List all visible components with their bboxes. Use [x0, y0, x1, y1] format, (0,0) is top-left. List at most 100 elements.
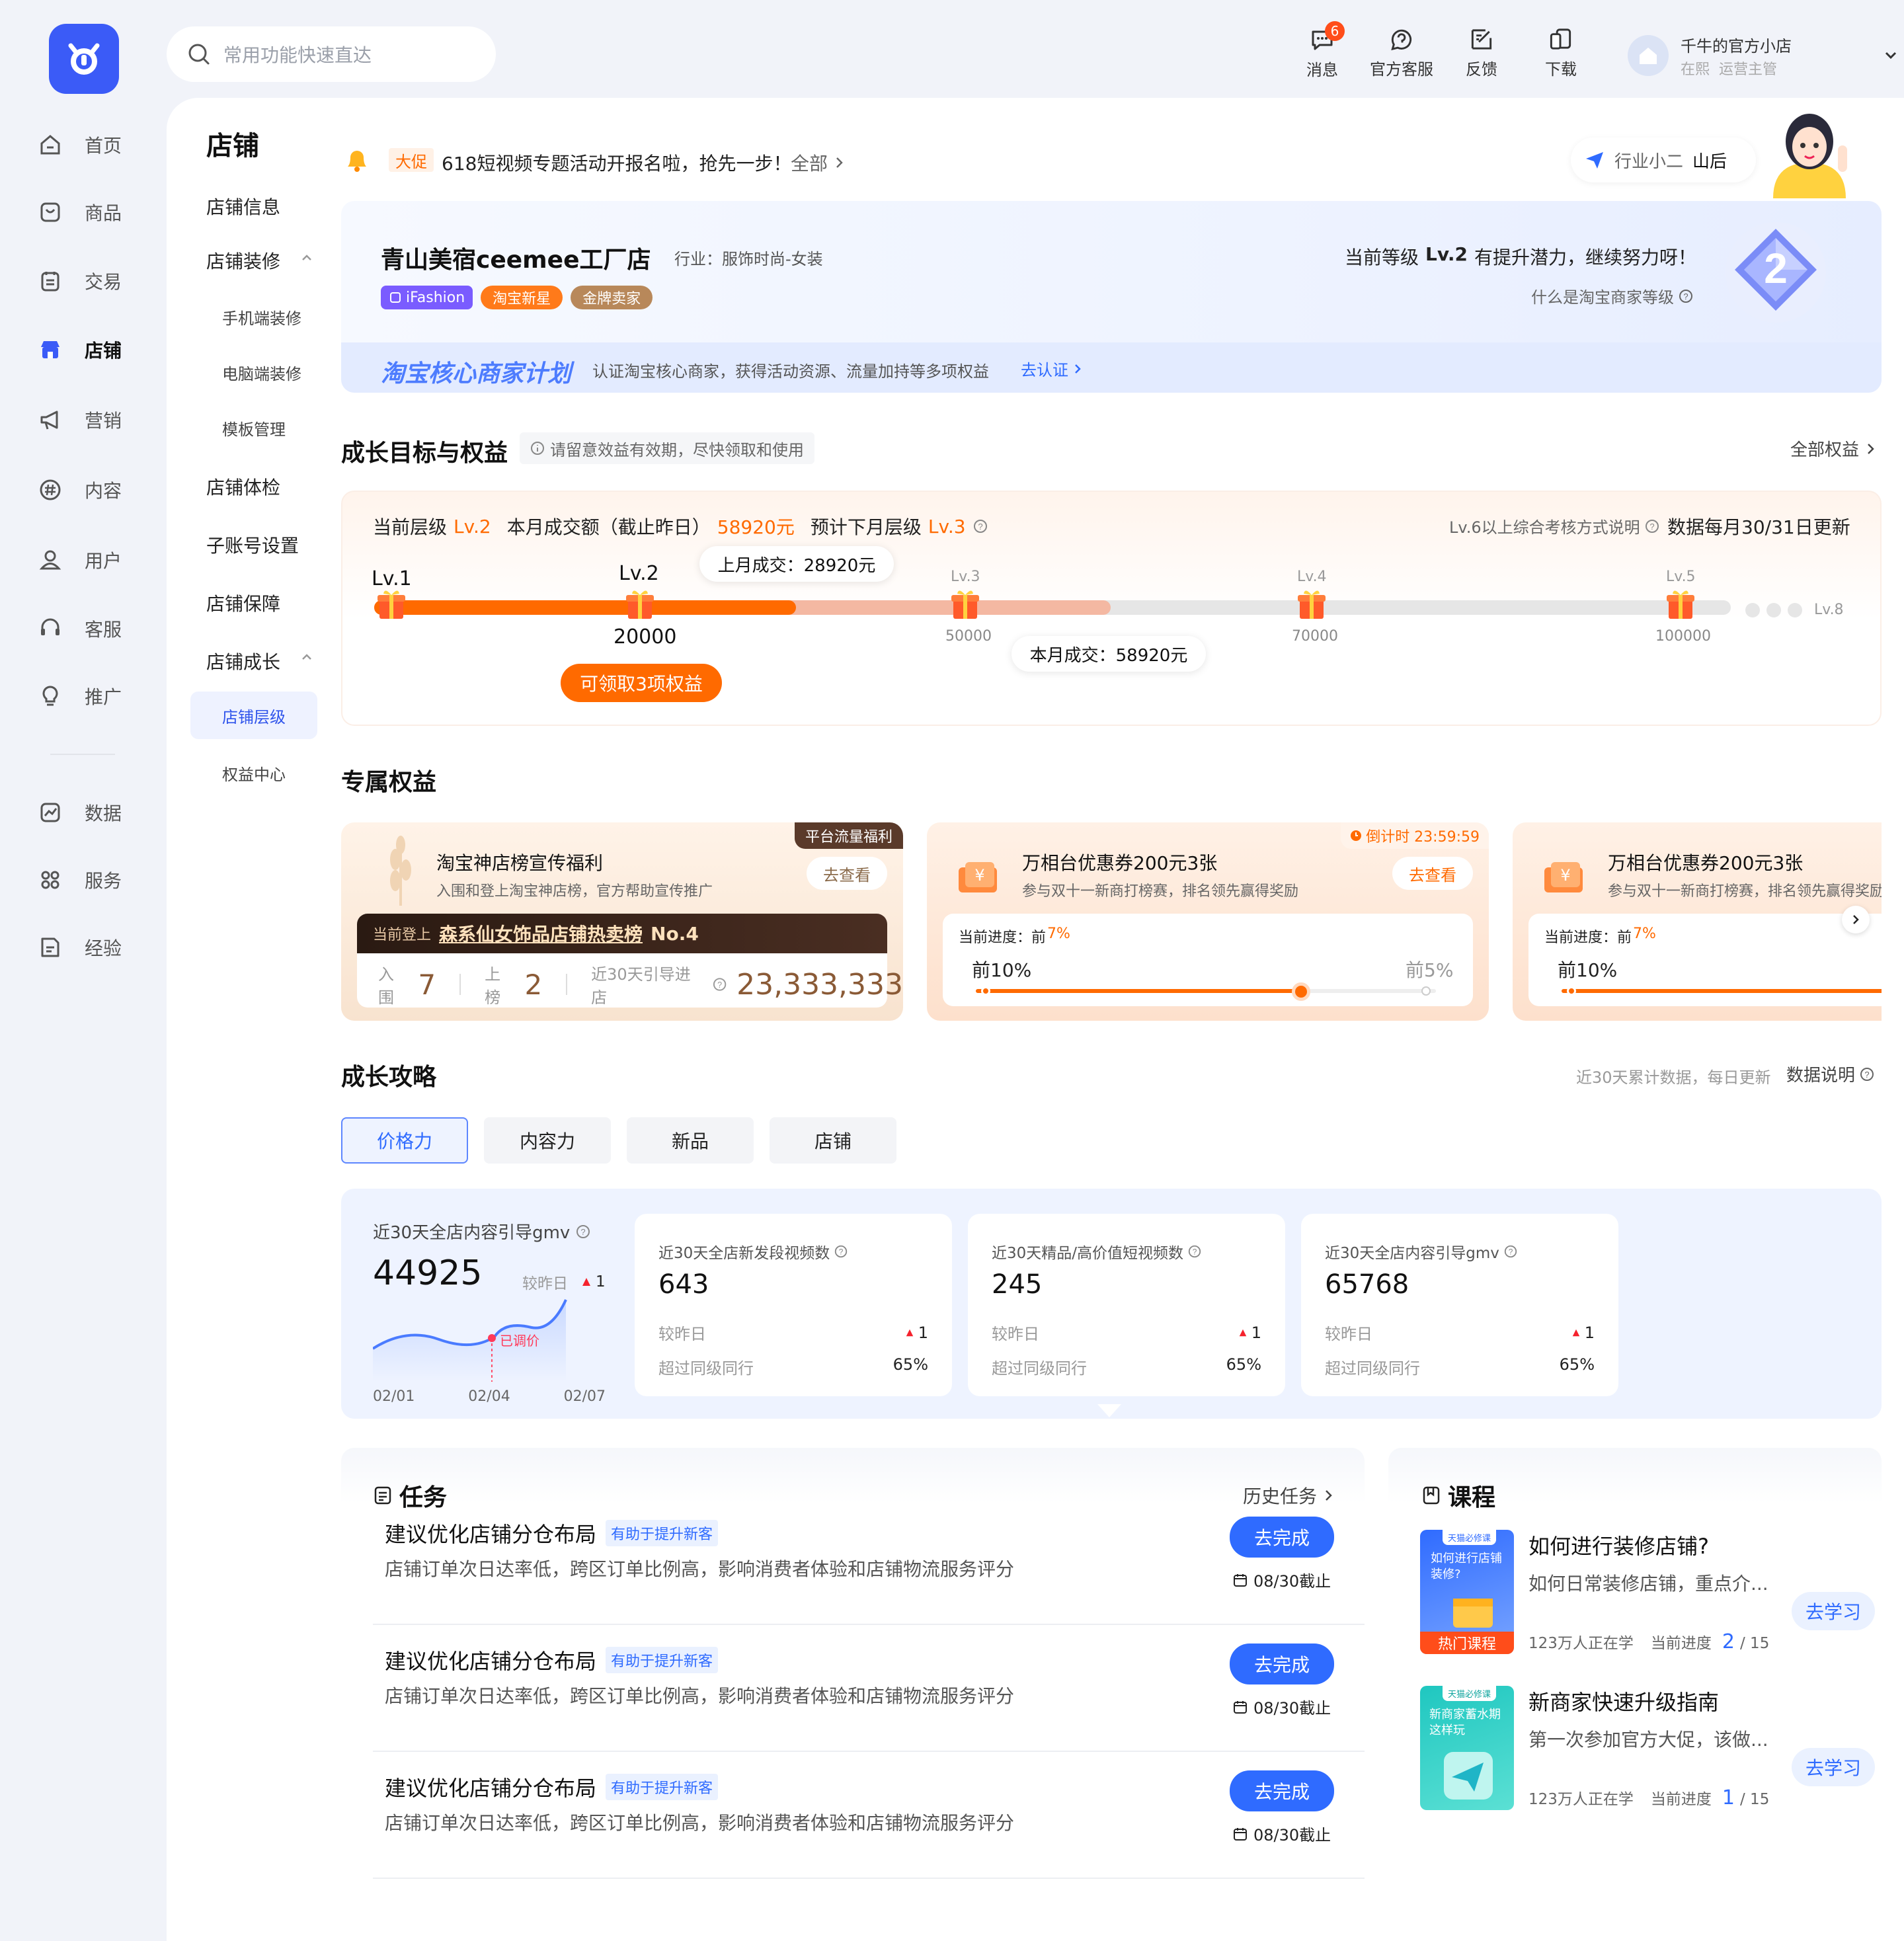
help-circle-icon[interactable]: ? — [575, 1224, 591, 1240]
help-circle-icon: ? — [1645, 519, 1659, 533]
task-complete-button[interactable]: 去完成 — [1230, 1770, 1334, 1811]
all-benefits-link[interactable]: 全部权益 — [1790, 436, 1878, 461]
gift-icon[interactable] — [949, 587, 981, 621]
data-explain-link[interactable]: 数据说明 ? — [1786, 1062, 1875, 1086]
metric-peer-row: 超过同级同行 65% — [658, 1355, 928, 1378]
nav-services[interactable]: 服务 — [38, 857, 171, 903]
progress-label-text: 当前进度：前 — [959, 930, 1047, 946]
stat-value: 23,333,333 — [736, 967, 903, 1002]
metric-card[interactable]: 近30天全店新发段视频数? 643 较昨日 1 超过同级同行 65% — [635, 1214, 952, 1396]
course-thumbnail[interactable]: 天猫必修课 新商家蓄水期这样玩 — [1420, 1686, 1514, 1810]
stat-divider — [459, 974, 461, 995]
gift-icon[interactable] — [1296, 587, 1328, 621]
rank-number: No.4 — [651, 922, 699, 945]
peer-label: 超过同级同行 — [992, 1359, 1087, 1378]
header-download[interactable]: 下载 — [1525, 26, 1597, 79]
metric-card[interactable]: 近30天精品/高价值短视频数? 245 较昨日 1 超过同级同行 65% — [968, 1214, 1285, 1396]
growth-note[interactable]: Lv.6以上综合考核方式说明 ? — [1449, 514, 1660, 537]
tab-price[interactable]: 价格力 — [341, 1117, 468, 1164]
help-circle-icon[interactable]: ? — [834, 1244, 848, 1259]
nav-service[interactable]: 客服 — [38, 606, 171, 652]
courses-card — [1388, 1448, 1882, 1911]
help-circle-icon[interactable]: ? — [712, 976, 727, 992]
next-level-value: Lv.3 — [928, 515, 966, 537]
benefit-card-coupon-2[interactable]: ¥ 万相台优惠券200元3张 参与双十一新商打榜赛，排名领先赢得奖励 当前进度：… — [1513, 822, 1882, 1021]
level-help-label: 什么是淘宝商家等级 — [1531, 288, 1674, 307]
data-explain-label: 数据说明 — [1786, 1066, 1856, 1086]
user-menu[interactable]: 千牛的官方小店 在熙 运营主管 — [1628, 29, 1899, 82]
nav-data[interactable]: 数据 — [38, 789, 171, 836]
nav-shop[interactable]: 店铺 — [38, 327, 171, 373]
subnav-level[interactable]: 店铺层级 — [190, 692, 317, 739]
notice-all-link[interactable]: 全部 — [791, 149, 846, 176]
help-circle-icon[interactable]: ? — [1187, 1244, 1202, 1259]
nav-experience[interactable]: 经验 — [38, 924, 171, 970]
chevron-up-icon[interactable] — [300, 251, 313, 264]
nav-promote[interactable]: 推广 — [38, 673, 171, 719]
rank-name[interactable]: 森系仙女饰品店铺热卖榜 — [439, 920, 643, 947]
subnav-pc-decoration[interactable]: 电脑端装修 — [222, 361, 301, 384]
course-learn-button[interactable]: 去学习 — [1792, 1592, 1875, 1630]
tab-shop[interactable]: 店铺 — [770, 1117, 896, 1164]
track-dot — [1788, 602, 1802, 617]
gift-icon[interactable] — [1665, 587, 1696, 621]
subnav-growth[interactable]: 店铺成长 — [206, 648, 280, 674]
arrow-up-icon — [1239, 1329, 1246, 1336]
nav-trade[interactable]: 交易 — [38, 258, 171, 304]
chevron-down-icon[interactable] — [1883, 48, 1899, 63]
level-help-link[interactable]: 什么是淘宝商家等级 ? — [1531, 284, 1694, 307]
benefit-view-button[interactable]: 去查看 — [807, 857, 887, 890]
nav-content[interactable]: 内容 — [38, 467, 171, 513]
svg-text:?: ? — [717, 980, 722, 990]
subnav-subaccounts[interactable]: 子账号设置 — [206, 532, 299, 558]
metric-card[interactable]: 近30天全店内容引导gmv? 65768 较昨日 1 超过同级同行 65% — [1301, 1214, 1618, 1396]
nav-goods[interactable]: 商品 — [38, 189, 171, 235]
header-messages[interactable]: 6 消息 — [1286, 21, 1359, 79]
subnav-templates[interactable]: 模板管理 — [222, 416, 286, 440]
subnav-guarantee[interactable]: 店铺保障 — [206, 590, 280, 616]
task-complete-button[interactable]: 去完成 — [1230, 1517, 1334, 1558]
help-circle-icon[interactable]: ? — [972, 518, 988, 534]
carousel-next-button[interactable] — [1842, 906, 1870, 933]
metric-compare-row: 较昨日 1 — [992, 1321, 1261, 1344]
claim-benefits-button[interactable]: 可领取3项权益 — [561, 664, 722, 702]
benefit-view-button[interactable]: 去查看 — [1392, 857, 1473, 890]
task-due: 08/30截止 — [1232, 1568, 1331, 1591]
subnav-decoration[interactable]: 店铺装修 — [206, 247, 280, 274]
notice-text[interactable]: 618短视频专题活动开报名啦，抢先一步！ — [442, 149, 791, 176]
tab-content[interactable]: 内容力 — [484, 1117, 611, 1164]
subnav-benefits-center[interactable]: 权益中心 — [222, 762, 286, 785]
plan-certify-link[interactable]: 去认证 — [1021, 357, 1084, 380]
metric-value: 65768 — [1325, 1269, 1409, 1300]
benefit-card-rank[interactable]: 平台流量福利 淘宝神店榜宣传福利 入围和登上淘宝神店榜，官方帮助宣传推广 去查看… — [341, 822, 903, 1021]
gift-icon[interactable] — [376, 587, 407, 621]
gift-icon[interactable] — [624, 587, 656, 621]
industry-assistant[interactable]: 行业小二 山后 — [1571, 138, 1756, 182]
course-meta: 123万人正在学 当前进度 1 / 15 — [1528, 1786, 1769, 1809]
help-circle-icon[interactable]: ? — [1503, 1244, 1518, 1259]
nav-home[interactable]: 首页 — [38, 122, 171, 168]
task-item: 建议优化店铺分仓布局 有助于提升新客 店铺订单次日达率低，跨区订单比例高，影响消费… — [373, 1753, 1365, 1879]
chevron-right-icon — [1868, 443, 1874, 454]
benefit-card-coupon[interactable]: 倒计时 23:59:59 ¥ 万相台优惠券200元3张 参与双十一新商打榜赛，排… — [927, 822, 1489, 1021]
subnav-mobile-decoration[interactable]: 手机端装修 — [222, 305, 301, 329]
course-title[interactable]: 新商家快速升级指南 — [1528, 1686, 1719, 1716]
thumb-badge: 天猫必修课 — [1443, 1686, 1497, 1701]
course-thumbnail[interactable]: 天猫必修课 如何进行店铺装修? 热门课程 — [1420, 1530, 1514, 1654]
subnav-shop-info[interactable]: 店铺信息 — [206, 193, 280, 219]
thumb-badge: 天猫必修课 — [1443, 1530, 1497, 1545]
tab-new[interactable]: 新品 — [627, 1117, 754, 1164]
course-title[interactable]: 如何进行装修店铺? — [1528, 1530, 1709, 1560]
task-complete-button[interactable]: 去完成 — [1230, 1644, 1334, 1684]
nav-marketing[interactable]: 营销 — [38, 397, 171, 443]
course-learn-button[interactable]: 去学习 — [1792, 1748, 1875, 1786]
growth-tip-text: 请留意效益有效期，尽快领取和使用 — [550, 440, 804, 459]
level-threshold: 50000 — [945, 628, 992, 645]
app-logo[interactable] — [49, 24, 119, 94]
header-support[interactable]: 官方客服 — [1365, 26, 1438, 79]
header-feedback[interactable]: 反馈 — [1445, 26, 1518, 79]
global-search[interactable]: 常用功能快速直达 — [167, 26, 496, 82]
chevron-up-icon[interactable] — [300, 651, 313, 664]
nav-users[interactable]: 用户 — [38, 537, 171, 583]
subnav-checkup[interactable]: 店铺体检 — [206, 473, 280, 500]
